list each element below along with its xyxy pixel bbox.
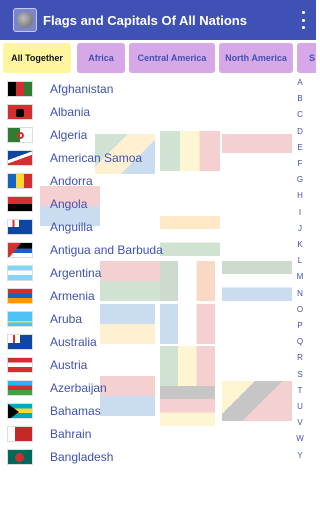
antigua-flag-icon: [7, 241, 33, 258]
country-name: Albania: [50, 104, 91, 119]
index-letter-i[interactable]: I: [293, 208, 307, 217]
globe-icon: [13, 8, 37, 32]
index-letter-g[interactable]: G: [293, 175, 307, 184]
bangladesh-flag-icon: [7, 448, 33, 465]
index-letter-d[interactable]: D: [293, 127, 307, 136]
american-samoa-flag-icon: [7, 149, 33, 166]
list-item[interactable]: Albania: [0, 100, 290, 123]
country-name: Afghanistan: [50, 81, 114, 96]
country-name: Angola: [50, 196, 88, 211]
list-item[interactable]: Antigua and Barbuda: [0, 238, 290, 261]
list-item[interactable]: Armenia: [0, 284, 290, 307]
andorra-flag-icon: [7, 172, 33, 189]
index-letter-j[interactable]: J: [293, 224, 307, 233]
country-name: Andorra: [50, 173, 93, 188]
country-name: Bahamas: [50, 403, 101, 418]
index-letter-y[interactable]: Y: [293, 451, 307, 460]
bottom-spacer: [0, 474, 316, 512]
algeria-flag-icon: [7, 126, 33, 143]
index-letter-l[interactable]: L: [293, 256, 307, 265]
anguilla-flag-icon: [7, 218, 33, 235]
country-name: Australia: [50, 334, 97, 349]
index-letter-w[interactable]: W: [293, 434, 307, 443]
list-item[interactable]: Angola: [0, 192, 290, 215]
list-item[interactable]: Bangladesh: [0, 445, 290, 468]
index-letter-s[interactable]: S: [293, 370, 307, 379]
index-letter-m[interactable]: M: [293, 272, 307, 281]
list-item[interactable]: Algeria: [0, 123, 290, 146]
list-item[interactable]: [0, 468, 290, 470]
country-name: Bangladesh: [50, 449, 114, 464]
country-name: Antigua and Barbuda: [50, 242, 163, 257]
azerbaijan-flag-icon: [7, 379, 33, 396]
country-name: Azerbaijan: [50, 380, 107, 395]
tab-south-america[interactable]: S: [297, 43, 316, 73]
angola-flag-icon: [7, 195, 33, 212]
country-name: Austria: [50, 357, 88, 372]
index-letter-u[interactable]: U: [293, 402, 307, 411]
list-item[interactable]: Bahrain: [0, 422, 290, 445]
app-bar: Flags and Capitals Of All Nations: [0, 0, 316, 40]
index-letter-k[interactable]: K: [293, 240, 307, 249]
list-item[interactable]: Bahamas: [0, 399, 290, 422]
region-tabs: All Together Africa Central America Nort…: [0, 40, 316, 76]
list-item[interactable]: Australia: [0, 330, 290, 353]
argentina-flag-icon: [7, 264, 33, 281]
index-letter-n[interactable]: N: [293, 289, 307, 298]
index-letter-e[interactable]: E: [293, 143, 307, 152]
tab-north-america[interactable]: North America: [219, 43, 293, 73]
aruba-flag-icon: [7, 310, 33, 327]
overflow-menu-icon[interactable]: [300, 11, 306, 29]
list-item[interactable]: Afghanistan: [0, 77, 290, 100]
country-name: Argentina: [50, 265, 102, 280]
austria-flag-icon: [7, 356, 33, 373]
albania-flag-icon: [7, 103, 33, 120]
list-item[interactable]: Argentina: [0, 261, 290, 284]
index-letter-o[interactable]: O: [293, 305, 307, 314]
list-item[interactable]: Austria: [0, 353, 290, 376]
tab-africa[interactable]: Africa: [77, 43, 125, 73]
index-letter-t[interactable]: T: [293, 386, 307, 395]
country-name: Anguilla: [50, 219, 93, 234]
afghanistan-flag-icon: [7, 80, 33, 97]
list-item[interactable]: Andorra: [0, 169, 290, 192]
country-name: American Samoa: [50, 150, 143, 165]
list-item[interactable]: American Samoa: [0, 146, 290, 169]
index-letter-f[interactable]: F: [293, 159, 307, 168]
country-name: Bahrain: [50, 426, 92, 441]
index-letter-p[interactable]: P: [293, 321, 307, 330]
australia-flag-icon: [7, 333, 33, 350]
index-letter-v[interactable]: V: [293, 418, 307, 427]
index-letter-q[interactable]: Q: [293, 337, 307, 346]
list-item[interactable]: Aruba: [0, 307, 290, 330]
list-item[interactable]: Anguilla: [0, 215, 290, 238]
armenia-flag-icon: [7, 287, 33, 304]
tab-all-together[interactable]: All Together: [3, 43, 71, 73]
index-letter-c[interactable]: C: [293, 110, 307, 119]
index-letter-h[interactable]: H: [293, 191, 307, 200]
country-name: Aruba: [50, 311, 83, 326]
index-letter-b[interactable]: B: [293, 94, 307, 103]
index-letter-r[interactable]: R: [293, 353, 307, 362]
index-letter-a[interactable]: A: [293, 78, 307, 87]
country-name: Armenia: [50, 288, 95, 303]
list-item[interactable]: Azerbaijan: [0, 376, 290, 399]
app-title: Flags and Capitals Of All Nations: [43, 12, 247, 28]
bahrain-flag-icon: [7, 425, 33, 442]
bahamas-flag-icon: [7, 402, 33, 419]
country-list: Afghanistan Albania Algeria American Sam…: [0, 76, 290, 470]
country-name: Algeria: [50, 127, 88, 142]
tab-central-america[interactable]: Central America: [129, 43, 215, 73]
